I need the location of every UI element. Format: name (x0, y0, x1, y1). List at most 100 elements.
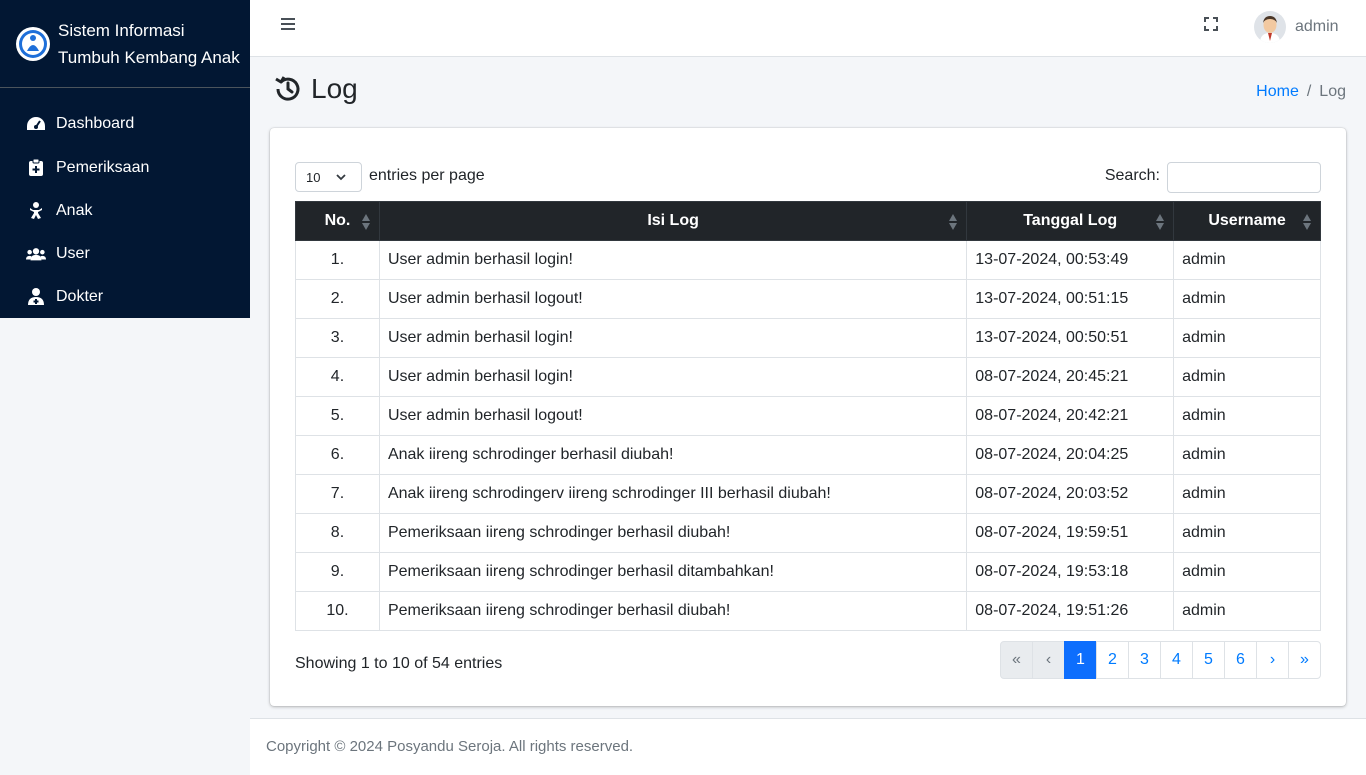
datatable-bottom: Showing 1 to 10 of 54 entries « ‹ 1 2 3 … (295, 641, 1321, 679)
table-row: 3. User admin berhasil login! 13-07-2024… (295, 318, 1321, 358)
pagination-last-button[interactable]: » (1288, 641, 1321, 679)
cell-tanggal-log: 13-07-2024, 00:53:49 (966, 240, 1175, 280)
sort-icon (1302, 213, 1312, 236)
clipboard-medical-icon (26, 159, 46, 177)
pagination-page-6[interactable]: 6 (1224, 641, 1257, 679)
sort-icon (361, 213, 371, 236)
cell-tanggal-log: 08-07-2024, 20:45:21 (966, 357, 1175, 397)
breadcrumb: Home / Log (1256, 83, 1346, 101)
brand[interactable]: Sistem Informasi Tumbuh Kembang Anak (0, 0, 250, 88)
footer: Copyright © 2024 Posyandu Seroja. All ri… (250, 718, 1366, 775)
sidebar-item-user[interactable]: User (0, 232, 250, 275)
table-row: 4. User admin berhasil login! 08-07-2024… (295, 357, 1321, 397)
user-name: admin (1295, 18, 1339, 35)
avatar (1254, 11, 1286, 43)
sidebar-item-anak[interactable]: Anak (0, 189, 250, 232)
page-title: Log (273, 73, 358, 105)
cell-username: admin (1173, 318, 1321, 358)
cell-tanggal-log: 13-07-2024, 00:51:15 (966, 279, 1175, 319)
log-table: No. Isi Log Tanggal Log Username 1. User… (295, 201, 1321, 631)
page-title-text: Log (311, 73, 358, 104)
table-row: 9. Pemeriksaan iireng schrodinger berhas… (295, 552, 1321, 592)
chevron-down-icon (335, 171, 347, 186)
column-header-username[interactable]: Username (1173, 201, 1321, 241)
column-header-isi-log[interactable]: Isi Log (378, 201, 968, 241)
cell-tanggal-log: 08-07-2024, 20:42:21 (966, 396, 1175, 436)
cell-no: 3. (295, 318, 380, 358)
brand-title-line2: Tumbuh Kembang Anak (58, 47, 240, 67)
sidebar-item-label: Dokter (56, 287, 104, 305)
pagination: « ‹ 1 2 3 4 5 6 › » (1000, 641, 1321, 679)
cell-tanggal-log: 08-07-2024, 20:03:52 (966, 474, 1175, 514)
datatable-top: 10 entries per page Search: (295, 162, 1321, 193)
cell-no: 4. (295, 357, 380, 397)
top-navbar: admin (250, 0, 1366, 57)
cell-username: admin (1173, 552, 1321, 592)
cell-no: 7. (295, 474, 380, 514)
menu-toggle-icon[interactable] (280, 16, 296, 32)
cell-no: 1. (295, 240, 380, 280)
pagination-page-3[interactable]: 3 (1128, 641, 1161, 679)
cell-isi-log: User admin berhasil logout! (378, 396, 968, 436)
search-label: Search: (1104, 167, 1160, 184)
entries-per-page-select[interactable]: 10 (295, 162, 362, 192)
table-info: Showing 1 to 10 of 54 entries (295, 655, 503, 672)
cell-isi-log: Pemeriksaan iireng schrodinger berhasil … (378, 552, 968, 592)
sidebar-item-label: Pemeriksaan (56, 158, 150, 176)
table-row: 7. Anak iireng schrodingerv iireng schro… (295, 474, 1321, 514)
footer-copyright: Copyright © 2024 Posyandu Seroja. All ri… (266, 738, 634, 755)
doctor-icon (26, 288, 46, 306)
entries-per-page-label: entries per page (369, 167, 485, 184)
cell-no: 10. (295, 591, 380, 631)
cell-no: 8. (295, 513, 380, 553)
fullscreen-icon[interactable] (1203, 16, 1219, 32)
sidebar-item-dashboard[interactable]: Dashboard (0, 102, 250, 146)
table-row: 8. Pemeriksaan iireng schrodinger berhas… (295, 513, 1321, 553)
log-card: 10 entries per page Search: No. Isi Log … (270, 128, 1346, 706)
sidebar-item-dokter[interactable]: Dokter (0, 275, 250, 318)
tachometer-icon (26, 115, 46, 133)
cell-no: 6. (295, 435, 380, 475)
table-row: 2. User admin berhasil logout! 13-07-202… (295, 279, 1321, 319)
cell-isi-log: Pemeriksaan iireng schrodinger berhasil … (378, 591, 968, 631)
table-row: 6. Anak iireng schrodinger berhasil diub… (295, 435, 1321, 475)
user-menu[interactable]: admin (1254, 8, 1339, 46)
search-input[interactable] (1167, 162, 1321, 193)
pagination-page-2[interactable]: 2 (1096, 641, 1129, 679)
pagination-next-button[interactable]: › (1256, 641, 1289, 679)
column-header-no[interactable]: No. (295, 201, 380, 241)
table-row: 5. User admin berhasil logout! 08-07-202… (295, 396, 1321, 436)
cell-isi-log: User admin berhasil login! (378, 318, 968, 358)
sidebar-item-pemeriksaan[interactable]: Pemeriksaan (0, 146, 250, 189)
child-icon (26, 202, 46, 220)
content-header: Log Home / Log (250, 57, 1366, 127)
table-row: 10. Pemeriksaan iireng schrodinger berha… (295, 591, 1321, 631)
brand-title-line1: Sistem Informasi (58, 20, 185, 40)
cell-username: admin (1173, 240, 1321, 280)
pagination-first-button[interactable]: « (1000, 641, 1033, 679)
cell-tanggal-log: 13-07-2024, 00:50:51 (966, 318, 1175, 358)
pagination-page-4[interactable]: 4 (1160, 641, 1193, 679)
column-header-tanggal-log[interactable]: Tanggal Log (966, 201, 1175, 241)
cell-username: admin (1173, 279, 1321, 319)
cell-username: admin (1173, 357, 1321, 397)
table-row: 1. User admin berhasil login! 13-07-2024… (295, 240, 1321, 280)
cell-isi-log: Anak iireng schrodinger berhasil diubah! (378, 435, 968, 475)
cell-username: admin (1173, 396, 1321, 436)
breadcrumb-separator: / (1306, 83, 1312, 100)
pagination-prev-button[interactable]: ‹ (1032, 641, 1065, 679)
pagination-page-5[interactable]: 5 (1192, 641, 1225, 679)
cell-isi-log: User admin berhasil login! (378, 357, 968, 397)
cell-username: admin (1173, 591, 1321, 631)
cell-username: admin (1173, 474, 1321, 514)
sidebar: Sistem Informasi Tumbuh Kembang Anak Das… (0, 0, 250, 318)
breadcrumb-home-link[interactable]: Home (1256, 83, 1299, 101)
cell-isi-log: Anak iireng schrodingerv iireng schrodin… (378, 474, 968, 514)
cell-tanggal-log: 08-07-2024, 19:51:26 (966, 591, 1175, 631)
pagination-page-1[interactable]: 1 (1064, 641, 1097, 679)
cell-no: 2. (295, 279, 380, 319)
history-icon (273, 74, 303, 104)
users-icon (26, 245, 46, 263)
table-header-row: No. Isi Log Tanggal Log Username (295, 201, 1321, 241)
cell-isi-log: Pemeriksaan iireng schrodinger berhasil … (378, 513, 968, 553)
